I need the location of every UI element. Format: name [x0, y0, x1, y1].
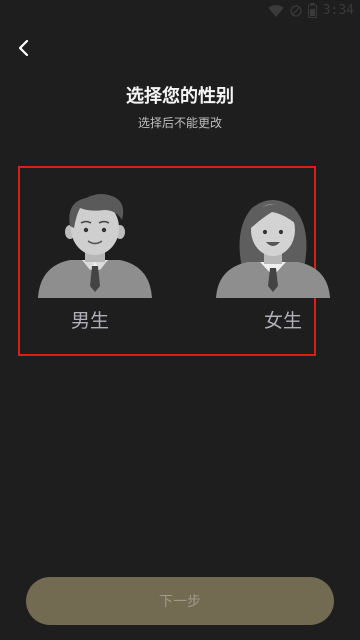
male-avatar-icon — [38, 194, 152, 298]
gender-selection-area: 男生 女生 — [18, 166, 330, 356]
signal-off-icon — [290, 4, 302, 17]
gender-option-female[interactable]: 女生 — [208, 188, 338, 348]
gender-label-female: 女生 — [263, 310, 302, 332]
female-avatar-icon — [216, 200, 330, 298]
page-subtitle: 选择后不能更改 — [137, 116, 222, 130]
next-step-button[interactable]: 下一步 — [26, 577, 334, 625]
battery-icon — [307, 3, 317, 18]
wifi-icon — [268, 4, 284, 17]
status-time: 3:34 — [322, 3, 354, 18]
back-button[interactable] — [10, 34, 38, 62]
chevron-left-icon — [18, 39, 29, 57]
status-icons: 3:34 — [268, 3, 354, 18]
gender-option-male[interactable]: 男生 — [30, 188, 160, 348]
gender-label-male: 男生 — [70, 310, 109, 332]
status-bar: 3:34 — [0, 0, 360, 24]
page-title: 选择您的性别 — [126, 86, 234, 107]
